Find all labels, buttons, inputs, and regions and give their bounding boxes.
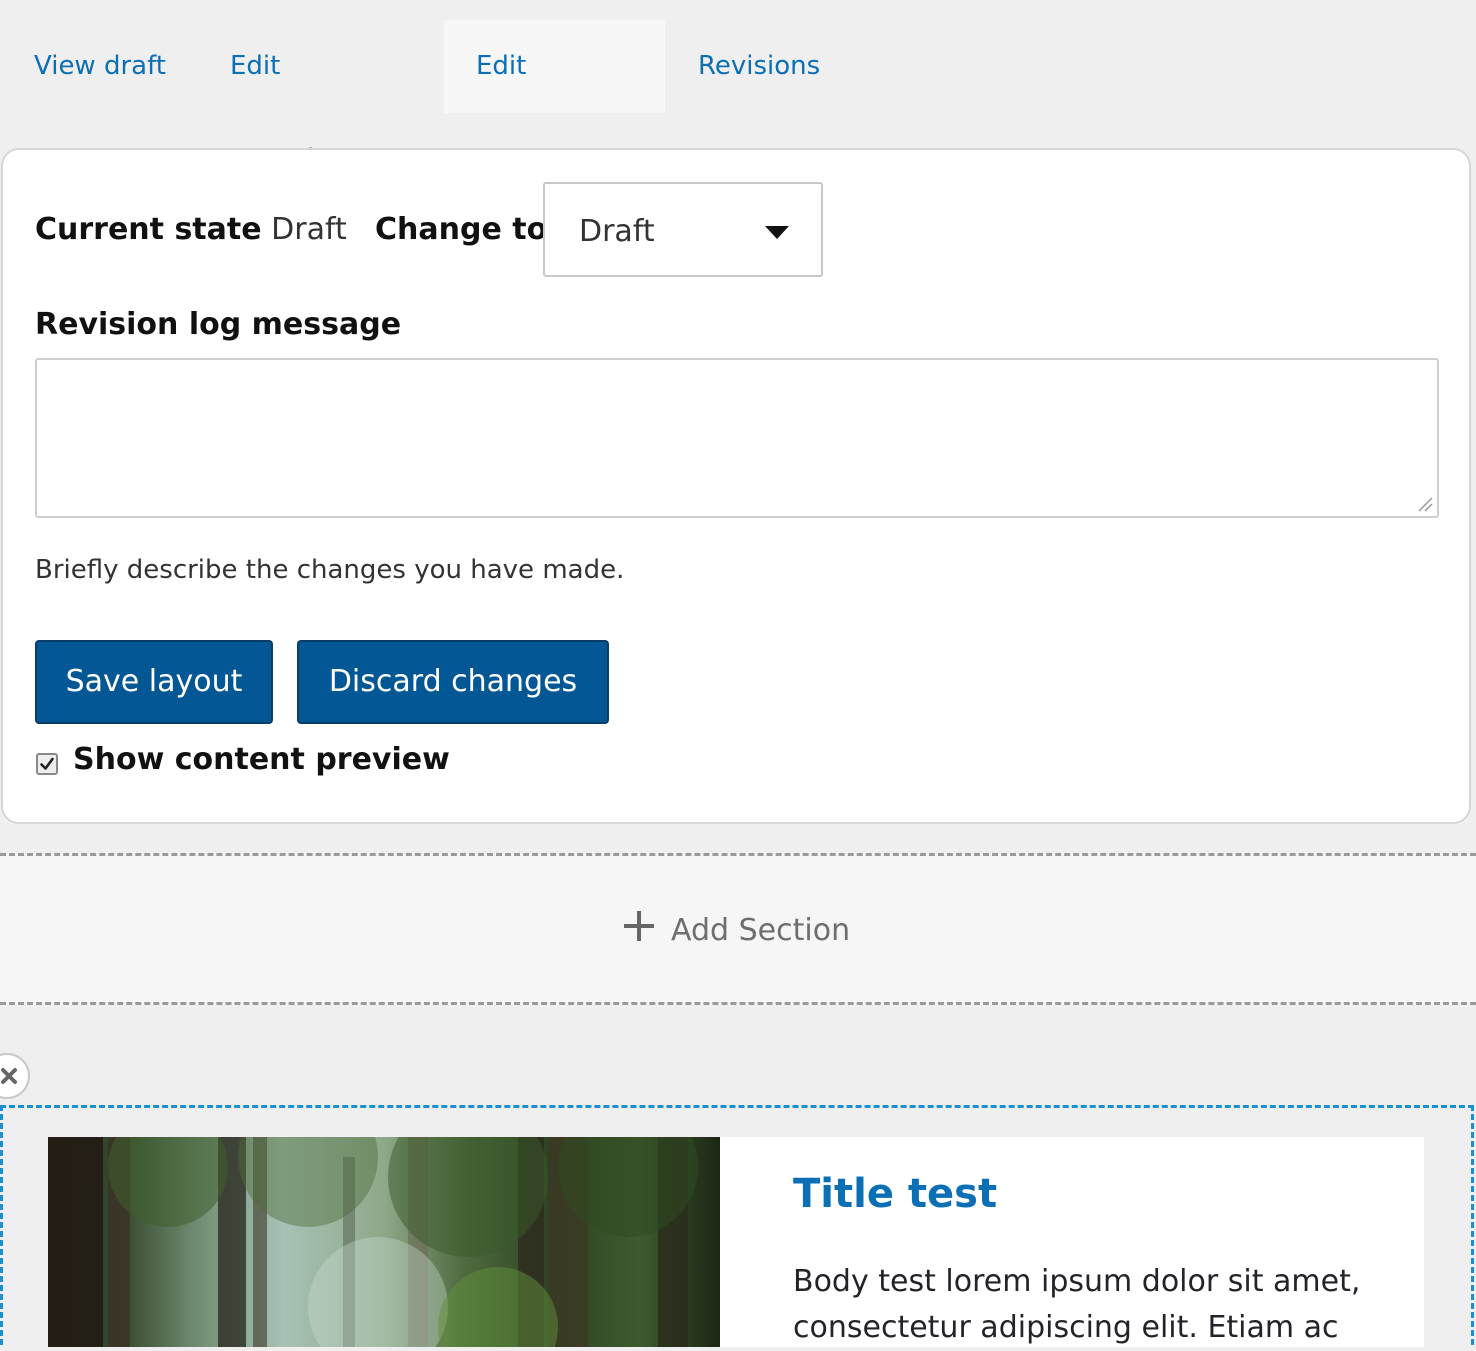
current-state: Current state Draft (35, 212, 347, 248)
moderation-state-select[interactable]: Draft (543, 182, 823, 277)
discard-changes-button[interactable]: Discard changes (297, 640, 609, 724)
change-to-label: Change to (375, 212, 548, 247)
save-layout-button[interactable]: Save layout (35, 640, 273, 724)
revision-log-textarea[interactable] (35, 358, 1439, 518)
card-title[interactable]: Title test (793, 1171, 997, 1217)
show-content-preview-checkbox[interactable] (36, 753, 58, 775)
card-body-text: Body test lorem ipsum dolor sit amet, co… (793, 1264, 1361, 1345)
plus-icon (624, 911, 654, 941)
dropdown-arrow-icon (765, 226, 789, 239)
tab-edit-metadata[interactable]: Edit metadata (198, 20, 444, 174)
checkmark-icon (40, 757, 54, 770)
revision-log-help: Briefly describe the changes you have ma… (35, 555, 625, 585)
remove-section-close-icon[interactable] (0, 1053, 30, 1099)
tab-edit-content[interactable]: Edit content (444, 20, 665, 174)
revision-log-label: Revision log message (35, 307, 402, 342)
moderation-state-selected: Draft (579, 214, 655, 249)
current-state-label: Current state (35, 212, 262, 247)
show-content-preview-label[interactable]: Show content preview (73, 742, 450, 778)
local-tabs: View draft Edit metadata Edit content Re… (0, 20, 1476, 174)
close-icon (1, 1068, 17, 1084)
section-content-card: Title test Body test lorem ipsum dolor s… (720, 1137, 1424, 1347)
forest-illustration (48, 1137, 698, 1347)
tab-revisions[interactable]: Revisions (666, 20, 850, 113)
add-section-label: Add Section (671, 913, 851, 948)
tab-view-draft[interactable]: View draft (2, 20, 198, 113)
current-state-value: Draft (271, 212, 347, 247)
layout-form-panel: Current state Draft Change to Draft Revi… (1, 148, 1471, 824)
add-section-link[interactable]: Add Section (0, 853, 1476, 1005)
resize-grip-icon[interactable] (1417, 496, 1433, 512)
forest-image (48, 1137, 720, 1347)
